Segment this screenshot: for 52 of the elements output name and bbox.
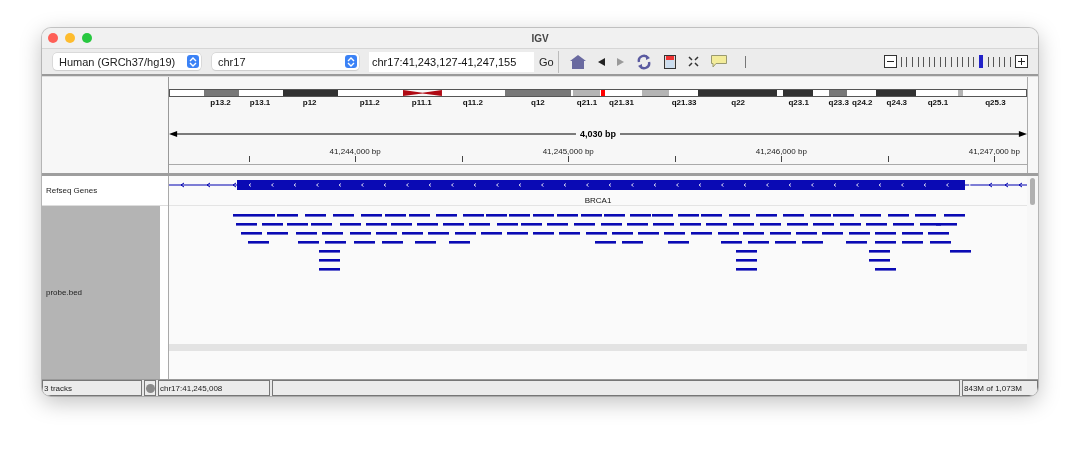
ruler-tick-label: 41,246,000 bp xyxy=(755,147,807,156)
band-label: q21.1 xyxy=(576,98,598,107)
plus-icon xyxy=(1018,58,1025,65)
region-icon[interactable] xyxy=(663,54,676,69)
zoom-out-button[interactable] xyxy=(883,55,897,68)
band-label: q25.3 xyxy=(985,98,1006,107)
ruler-tick-label: 41,245,000 bp xyxy=(542,147,594,156)
band-label: p12 xyxy=(302,98,317,107)
window-title: IGV xyxy=(531,32,549,44)
band-label: q24.3 xyxy=(886,98,908,107)
refresh-icon[interactable] xyxy=(635,53,652,70)
band-label: q23.3 xyxy=(828,98,849,107)
scrollbar-thumb[interactable] xyxy=(1030,178,1035,205)
band-label: q23.1 xyxy=(788,98,809,107)
ruler-tick-label: 41,247,000 bp xyxy=(968,147,1020,156)
chromosome-ideogram[interactable] xyxy=(169,89,1027,97)
fit-icon[interactable] xyxy=(687,56,699,67)
band-label: p11.1 xyxy=(411,98,432,107)
close-button[interactable] xyxy=(48,33,58,43)
zoom-slider[interactable] xyxy=(900,55,1011,68)
stepper-icon xyxy=(187,55,199,68)
home-icon[interactable] xyxy=(569,54,586,69)
track-name-panel[interactable]: probe.bed xyxy=(42,206,160,379)
stepper-icon xyxy=(345,55,357,68)
current-region-marker xyxy=(601,90,606,96)
band-label: q24.2 xyxy=(852,98,873,107)
track-name[interactable]: probe.bed xyxy=(46,288,83,297)
go-button[interactable]: Go xyxy=(534,50,559,73)
zoom-in-button[interactable] xyxy=(1015,55,1028,68)
centromere-band xyxy=(402,90,442,96)
band-label: q25.1 xyxy=(927,98,949,107)
back-icon[interactable] xyxy=(597,57,605,66)
track-name[interactable]: Refseq Genes xyxy=(46,186,98,195)
memory-usage: 843M of 1,073M xyxy=(962,380,1038,396)
minus-icon xyxy=(886,58,894,65)
band-label: q21.33 xyxy=(671,98,697,107)
genome-dropdown[interactable]: Human (GRCh37/hg19) xyxy=(53,53,201,70)
ruler-tick-label: 41,244,000 bp xyxy=(329,147,381,156)
cursor-position: chr17:41,245,008 xyxy=(158,380,270,396)
band-label: q11.2 xyxy=(462,98,483,107)
span-label: 4,030 bp xyxy=(580,129,616,139)
band-label: q12 xyxy=(531,98,545,107)
band-label: q21.31 xyxy=(609,98,634,107)
locus-field[interactable]: chr17:41,243,127-41,247,155 xyxy=(369,51,534,72)
chromosome-dropdown[interactable]: chr17 xyxy=(212,53,359,70)
status-indicator-icon xyxy=(145,383,155,393)
band-label: p13.1 xyxy=(249,98,271,107)
band-label: p11.2 xyxy=(359,98,380,107)
gene-label: BRCA1 xyxy=(584,196,612,205)
track-count: 3 tracks xyxy=(42,380,142,396)
band-label: p13.2 xyxy=(210,98,231,107)
band-label: q22 xyxy=(731,98,746,107)
